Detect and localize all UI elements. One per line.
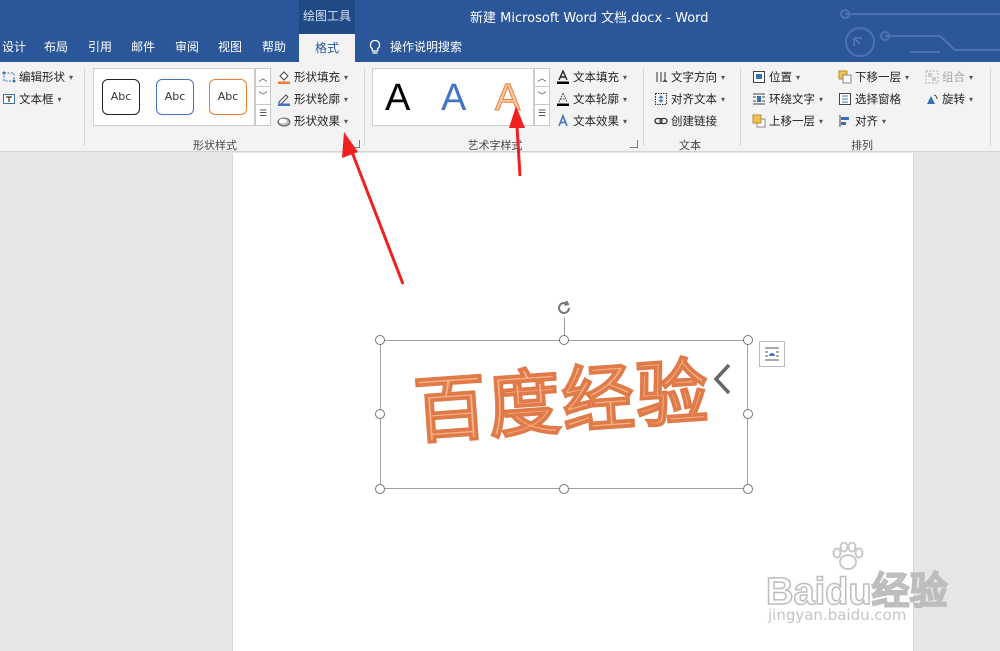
baidu-watermark-url: jingyan.baidu.com bbox=[768, 606, 907, 624]
arrow-to-wordart-style-icon bbox=[509, 106, 525, 177]
baidu-watermark: Baidu经验 jingyan.baidu.com bbox=[765, 540, 956, 630]
arrow-to-shape-effects-icon bbox=[342, 132, 405, 285]
